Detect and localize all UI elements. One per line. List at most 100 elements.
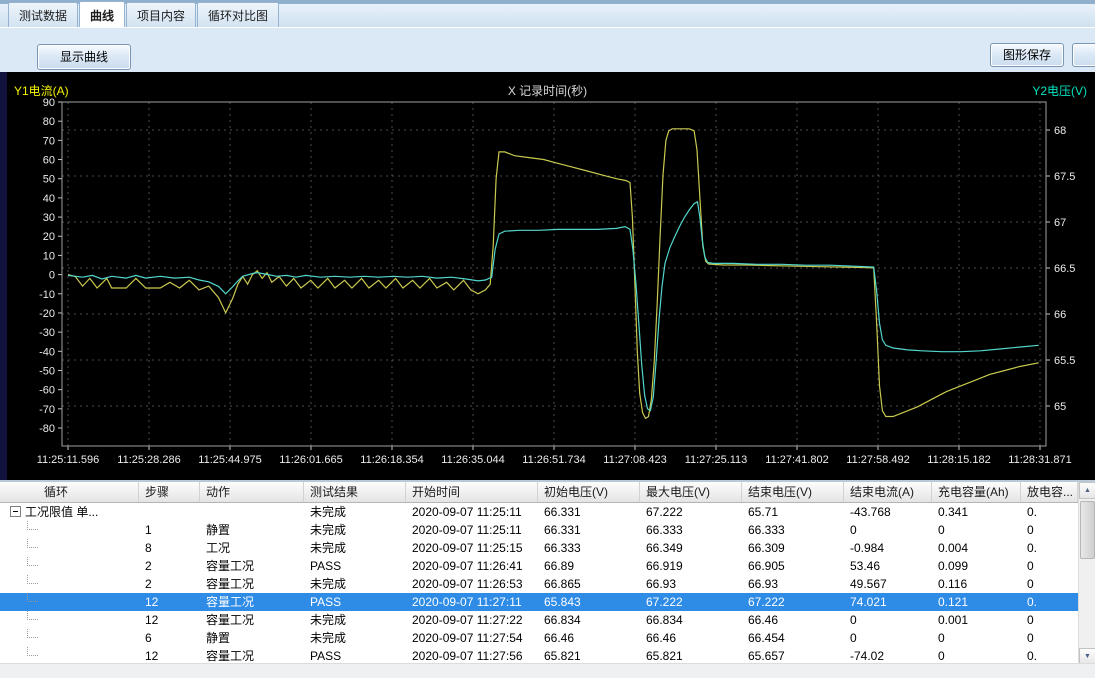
y1-tick-label: 10 [43, 250, 55, 262]
table-row[interactable]: 12容量工况PASS2020-09-07 11:27:1165.84367.22… [0, 593, 1095, 611]
table-row[interactable]: 6静置未完成2020-09-07 11:27:5466.4666.4666.45… [0, 629, 1095, 647]
table-cell: 0 [844, 629, 932, 647]
y1-tick-label: -20 [39, 308, 55, 320]
table-cell: 0. [1021, 593, 1078, 611]
column-header-4[interactable]: 开始时间 [406, 482, 538, 502]
x-tick-label: 11:27:08.423 [603, 454, 666, 466]
table-cell: 2 [139, 575, 200, 593]
table-cell: 0.004 [932, 539, 1021, 557]
table-cell: 66.834 [640, 611, 742, 629]
table-cell: 容量工况 [200, 575, 304, 593]
table-cell: 未完成 [304, 521, 406, 539]
table-cell: 1 [139, 521, 200, 539]
table-cell: -0.984 [844, 539, 932, 557]
table-cell: 0 [932, 521, 1021, 539]
table-cell: 2020-09-07 11:25:11 [406, 503, 538, 521]
table-cell: 2020-09-07 11:25:15 [406, 539, 538, 557]
y1-tick-label: 50 [43, 174, 55, 186]
table-cell: 2020-09-07 11:25:11 [406, 521, 538, 539]
y1-tick-label: -50 [39, 365, 55, 377]
toolbar: 显示曲线 图形保存 曲 [0, 28, 1095, 72]
column-header-2[interactable]: 动作 [200, 482, 304, 502]
table-cell: 8 [139, 539, 200, 557]
scrollbar-thumb[interactable] [1080, 501, 1095, 559]
table-cell: 66.349 [640, 539, 742, 557]
tab-0[interactable]: 测试数据 [8, 2, 78, 27]
clipped-curve-button[interactable]: 曲 [1072, 43, 1095, 67]
table-row[interactable]: 工况限值 单...未完成2020-09-07 11:25:1166.33167.… [0, 503, 1095, 521]
table-cell: 2020-09-07 11:27:54 [406, 629, 538, 647]
table-cell: 0 [844, 611, 932, 629]
column-header-6[interactable]: 最大电压(V) [640, 482, 742, 502]
show-curve-button[interactable]: 显示曲线 [37, 44, 131, 70]
tree-branch-icon [27, 539, 38, 548]
horizontal-scrollbar[interactable] [0, 663, 1095, 678]
table-cell: 0 [844, 521, 932, 539]
tree-branch-icon [27, 575, 38, 584]
column-header-10[interactable]: 放电容... [1021, 482, 1078, 502]
column-header-8[interactable]: 结束电流(A) [844, 482, 932, 502]
y2-tick-label: 66 [1054, 309, 1066, 321]
table-cell: 49.567 [844, 575, 932, 593]
table-cell: 66.331 [538, 503, 640, 521]
table-cell [0, 539, 139, 557]
tree-branch-icon [27, 629, 38, 638]
table-cell: 容量工况 [200, 593, 304, 611]
app-window: 测试数据曲线项目内容循环对比图 显示曲线 图形保存 曲 Y1电流(A) X 记录… [0, 0, 1095, 678]
table-cell [0, 611, 139, 629]
plot-border [62, 102, 1046, 446]
column-header-5[interactable]: 初始电压(V) [538, 482, 640, 502]
x-tick-label: 11:25:28.286 [117, 454, 180, 466]
table-cell: 66.93 [742, 575, 844, 593]
table-body: 工况限值 单...未完成2020-09-07 11:25:1166.33167.… [0, 503, 1095, 665]
tab-2[interactable]: 项目内容 [126, 2, 196, 27]
tab-1[interactable]: 曲线 [79, 1, 125, 27]
table-cell: 6 [139, 629, 200, 647]
table-cell: 0 [1021, 575, 1078, 593]
table-cell: 容量工况 [200, 557, 304, 575]
table-cell: 12 [139, 611, 200, 629]
tree-branch-icon [27, 593, 38, 602]
vertical-scrollbar[interactable]: ▲ ▼ [1078, 482, 1095, 665]
save-graph-button[interactable]: 图形保存 [990, 43, 1064, 67]
column-header-3[interactable]: 测试结果 [304, 482, 406, 502]
x-tick-label: 11:26:35.044 [441, 454, 504, 466]
table-cell: 66.93 [640, 575, 742, 593]
table-row[interactable]: 8工况未完成2020-09-07 11:25:1566.33366.34966.… [0, 539, 1095, 557]
y1-tick-label: 70 [43, 135, 55, 147]
column-header-1[interactable]: 步骤 [139, 482, 200, 502]
results-table: 循环步骤动作测试结果开始时间初始电压(V)最大电压(V)结束电压(V)结束电流(… [0, 480, 1095, 678]
table-cell: 66.919 [640, 557, 742, 575]
table-cell: 0.121 [932, 593, 1021, 611]
table-cell: 工况 [200, 539, 304, 557]
table-row[interactable]: 2容量工况未完成2020-09-07 11:26:5366.86566.9366… [0, 575, 1095, 593]
tab-3[interactable]: 循环对比图 [197, 2, 279, 27]
table-cell: 未完成 [304, 629, 406, 647]
column-header-7[interactable]: 结束电压(V) [742, 482, 844, 502]
scroll-up-button[interactable]: ▲ [1079, 482, 1095, 499]
table-cell: 0.116 [932, 575, 1021, 593]
table-cell: 2 [139, 557, 200, 575]
table-cell: 66.333 [640, 521, 742, 539]
y2-tick-label: 66.5 [1054, 263, 1075, 275]
column-header-9[interactable]: 充电容量(Ah) [932, 482, 1021, 502]
table-cell [0, 593, 139, 611]
y1-tick-label: 80 [43, 116, 55, 128]
column-header-0[interactable]: 循环 [0, 482, 139, 502]
table-cell: 2020-09-07 11:27:22 [406, 611, 538, 629]
x-tick-label: 11:27:58.492 [846, 454, 909, 466]
table-cell [139, 503, 200, 521]
x-tick-label: 11:28:15.182 [927, 454, 990, 466]
y1-tick-label: -80 [39, 423, 55, 435]
collapse-minus-icon[interactable] [10, 506, 21, 517]
y2-tick-label: 65.5 [1054, 355, 1075, 367]
x-tick-label: 11:28:31.871 [1008, 454, 1071, 466]
table-row[interactable]: 1静置未完成2020-09-07 11:25:1166.33166.33366.… [0, 521, 1095, 539]
table-row[interactable]: 2容量工况PASS2020-09-07 11:26:4166.8966.9196… [0, 557, 1095, 575]
y1-tick-label: 40 [43, 193, 55, 205]
table-cell: 67.222 [742, 593, 844, 611]
table-row[interactable]: 12容量工况未完成2020-09-07 11:27:2266.83466.834… [0, 611, 1095, 629]
tree-branch-icon [27, 647, 38, 656]
table-cell: 66.46 [640, 629, 742, 647]
table-cell: 未完成 [304, 575, 406, 593]
